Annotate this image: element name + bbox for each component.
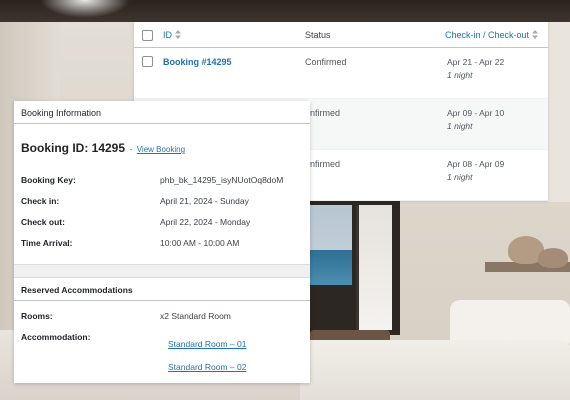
column-header-check-in-out[interactable]: Check-in / Check-out (445, 30, 539, 40)
date-range: Apr 08 - Apr 09 (447, 159, 505, 169)
reserved-accommodations-title: Reserved Accommodations (14, 279, 310, 301)
field-check-in: Check in: April 21, 2024 - Sunday (21, 192, 303, 213)
sort-arrows-icon[interactable] (175, 30, 181, 39)
field-value: April 21, 2024 - Sunday (160, 196, 249, 206)
window-sea (310, 250, 352, 285)
nights-count: 1 night (447, 121, 473, 131)
row-checkbox[interactable] (142, 56, 153, 67)
rooms-value: x2 Standard Room (160, 311, 231, 321)
accommodation-label: Accommodation: (21, 332, 91, 342)
table-header: ID Status Check-in / Check-out (134, 22, 548, 48)
status-text: onfirmed (305, 159, 341, 169)
column-header-status: Status (305, 30, 331, 40)
nights-count: 1 night (447, 70, 473, 80)
field-check-out: Check out: April 22, 2024 - Monday (21, 213, 303, 234)
panel-body: Booking ID: 14295 - View Booking Booking… (14, 141, 310, 255)
field-label: Time Arrival: (21, 238, 73, 248)
field-booking-key: Booking Key: phb_bk_14295_isyNUotOq8doM (21, 171, 303, 192)
field-value: phb_bk_14295_isyNUotOq8doM (160, 175, 284, 185)
wall-right (548, 22, 570, 202)
status-text: Confirmed (305, 57, 347, 67)
booking-link[interactable]: Booking #14295 (163, 57, 232, 67)
ceiling-light (40, 0, 130, 18)
separator: - (129, 145, 133, 154)
field-value: April 22, 2024 - Monday (160, 217, 251, 227)
accommodation-link[interactable]: Standard Room – 01 (168, 339, 246, 349)
booking-id-heading: Booking ID: 14295 (21, 141, 126, 155)
sort-arrows-icon[interactable] (532, 30, 539, 39)
field-label: Check out: (21, 217, 65, 227)
section-divider (14, 264, 310, 278)
field-label: Booking Key: (21, 175, 76, 185)
booking-id-line: Booking ID: 14295 - View Booking (21, 141, 303, 157)
panel-title: Booking Information (14, 101, 310, 124)
rooms-label: Rooms: (21, 311, 53, 321)
booking-information-panel: Booking Information Booking ID: 14295 - … (14, 101, 310, 383)
accommodation-link[interactable]: Standard Room – 02 (168, 362, 246, 372)
field-value: 10:00 AM - 10:00 AM (160, 238, 240, 248)
date-range: Apr 21 - Apr 22 (447, 57, 505, 67)
field-label: Check in: (21, 196, 60, 206)
table-row: Booking #14295 Confirmed Apr 21 - Apr 22… (134, 48, 548, 99)
vase (538, 248, 568, 268)
sofa (300, 340, 570, 400)
column-header-id[interactable]: ID (163, 30, 181, 40)
select-all-checkbox[interactable] (142, 30, 153, 41)
date-range: Apr 09 - Apr 10 (447, 108, 505, 118)
field-time-arrival: Time Arrival: 10:00 AM - 10:00 AM (21, 234, 303, 255)
status-text: onfirmed (305, 108, 341, 118)
view-booking-link[interactable]: View Booking (137, 145, 185, 154)
nights-count: 1 night (447, 172, 473, 182)
door-glass (356, 205, 392, 330)
